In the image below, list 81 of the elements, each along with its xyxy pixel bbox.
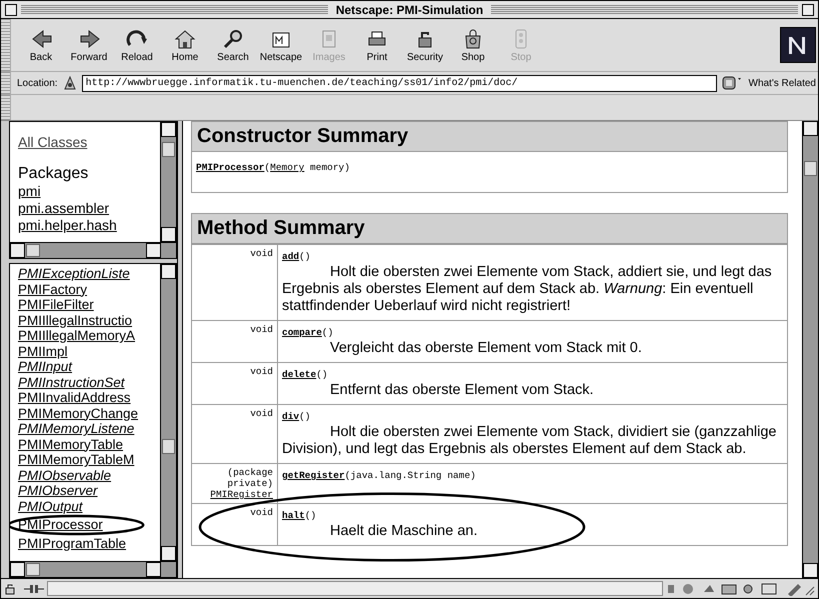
type-link[interactable]: Memory: [270, 162, 304, 173]
print-button[interactable]: Print: [355, 27, 399, 63]
method-link[interactable]: add: [282, 251, 300, 262]
return-type: void: [250, 248, 273, 259]
code-text: (): [304, 510, 316, 521]
class-link[interactable]: PMIProcessor: [18, 517, 103, 532]
method-link[interactable]: getRegister: [282, 470, 345, 481]
interface-link[interactable]: PMIExceptionListe: [18, 266, 130, 282]
zoom-box[interactable]: [802, 4, 814, 16]
interface-link[interactable]: PMIOutput: [18, 498, 83, 514]
method-link[interactable]: delete: [282, 369, 316, 380]
all-classes-link[interactable]: All Classes: [18, 134, 160, 151]
page-proxy-icon[interactable]: [62, 75, 78, 91]
forward-button[interactable]: Forward: [67, 27, 111, 63]
search-button[interactable]: Search: [211, 27, 255, 63]
class-link[interactable]: PMIMemoryChange: [18, 406, 138, 421]
packages-heading: Packages: [18, 165, 90, 183]
toolbar-grip[interactable]: [1, 95, 11, 120]
interface-link[interactable]: PMIMemoryListene: [18, 421, 134, 436]
code-text: (): [316, 369, 328, 380]
package-link[interactable]: pmi.helper.hash: [18, 217, 160, 234]
code-text: (): [322, 327, 334, 338]
url-field[interactable]: http://wwwbruegge.informatik.tu-muenchen.de/teaching/ss01/info2/pmi/doc/: [82, 74, 716, 92]
class-link[interactable]: PMIIllegalMemoryA: [18, 328, 136, 344]
interface-link[interactable]: PMIInput: [18, 359, 72, 374]
class-link[interactable]: PMIFactory: [18, 282, 88, 297]
class-link[interactable]: PMIProgramTable: [18, 536, 126, 551]
section-heading: Constructor Summary: [192, 122, 787, 152]
back-button[interactable]: Back: [19, 27, 63, 63]
scrollbar[interactable]: [10, 242, 176, 258]
security-button[interactable]: Security: [403, 27, 447, 63]
location-label: Location:: [16, 78, 58, 88]
package-link[interactable]: pmi: [18, 183, 160, 200]
netscape-logo[interactable]: [780, 27, 816, 63]
code-text: (): [299, 411, 311, 422]
scrollbar[interactable]: [10, 561, 176, 577]
modifier-text: (package private): [226, 467, 273, 489]
reload-button[interactable]: Reload: [115, 27, 159, 63]
method-description: Holt die obersten zwei Elemente vom Stack, dividiert sie (ganzzahlige Division), und legt das Ergebnis als oberstes Element auf dem Stack ab.: [282, 424, 778, 458]
code-text: (): [299, 251, 311, 262]
class-link[interactable]: PMIIllegalInstructio: [18, 312, 132, 328]
method-link[interactable]: compare: [282, 327, 322, 338]
class-link[interactable]: PMIImpl: [18, 344, 68, 359]
scrollbar[interactable]: [160, 122, 176, 242]
section-heading: Method Summary: [192, 214, 787, 244]
type-link[interactable]: PMIRegister: [210, 489, 273, 500]
code-text: (: [264, 162, 270, 173]
package-link[interactable]: pmi.assembler: [18, 200, 160, 217]
code-text: memory): [309, 162, 350, 173]
toolbar-grip[interactable]: [1, 19, 11, 71]
class-link[interactable]: PMIFileFilter: [18, 297, 94, 312]
toolbar-grip[interactable]: [1, 72, 11, 94]
return-type: void: [250, 408, 273, 419]
method-description: Haelt die Maschine an.: [329, 523, 478, 540]
code-text: (java.lang.String name): [344, 470, 476, 481]
close-box[interactable]: [5, 4, 17, 16]
interface-link[interactable]: PMIObservable: [18, 468, 112, 483]
component-bar-drawing[interactable]: [666, 582, 816, 596]
scrollbar[interactable]: [160, 264, 176, 561]
home-button[interactable]: Home: [163, 27, 207, 63]
scrollbar[interactable]: [802, 121, 818, 578]
method-description: Vergleicht das oberste Element vom Stack mit 0.: [329, 340, 643, 357]
class-link[interactable]: PMIInvalidAddress: [18, 390, 131, 406]
method-description: Holt die obersten zwei Elemente vom Stack, addiert sie, und legt das Ergebnis als oberstes Element auf dem Stack ab. Warnung: Ein eventuell stattfindender Ueberlauf wird nicht registriert!: [282, 264, 773, 315]
whats-related-button[interactable]: What's Related: [748, 78, 818, 88]
method-link[interactable]: halt: [282, 510, 305, 521]
shop-button[interactable]: Shop: [451, 27, 495, 63]
method-description: Entfernt das oberste Element vom Stack.: [329, 382, 595, 399]
return-type: void: [250, 324, 273, 335]
class-link[interactable]: PMIMemoryTable: [18, 436, 124, 452]
return-type: void: [250, 507, 273, 518]
netscape-button[interactable]: Netscape: [259, 27, 303, 63]
search-icon: [221, 27, 245, 51]
method-link[interactable]: PMIProcessor: [196, 162, 264, 173]
class-link[interactable]: PMIMemoryTableM: [18, 452, 134, 468]
connection-plug-icon[interactable]: [24, 582, 44, 594]
window-title: Netscape: PMI-Simulation: [334, 2, 484, 16]
interface-link[interactable]: PMIInstructionSet: [18, 374, 125, 390]
return-type: void: [250, 366, 273, 377]
method-link[interactable]: div: [282, 411, 300, 422]
interface-link[interactable]: PMIObserver: [18, 483, 98, 498]
